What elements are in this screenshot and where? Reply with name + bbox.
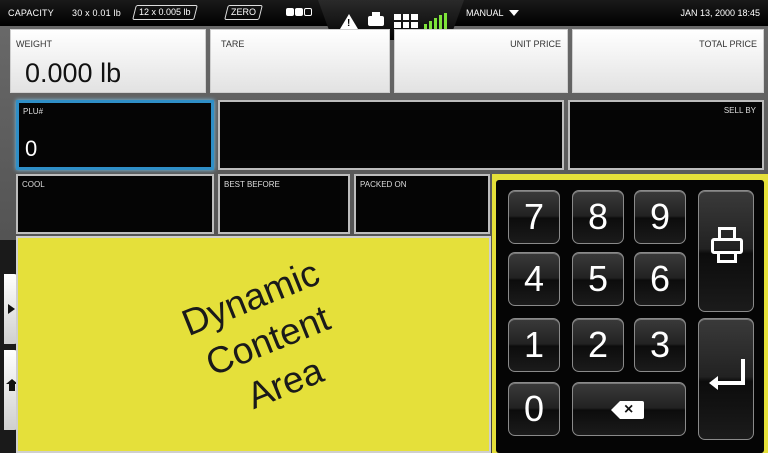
key-4[interactable]: 4 xyxy=(508,252,560,306)
mode-dropdown-icon[interactable] xyxy=(509,10,519,16)
printer-icon xyxy=(368,12,384,26)
datetime: JAN 13, 2000 18:45 xyxy=(680,8,760,18)
capacity-value: 30 x 0.01 lb xyxy=(72,8,121,18)
total-price-field: TOTAL PRICE xyxy=(572,29,764,93)
key-5[interactable]: 5 xyxy=(572,252,624,306)
packed-on-field[interactable]: PACKED ON xyxy=(354,174,490,234)
packed-on-label: PACKED ON xyxy=(360,180,407,189)
weight-value: 0.000 lb xyxy=(25,58,122,88)
play-icon xyxy=(8,304,15,314)
key-6[interactable]: 6 xyxy=(634,252,686,306)
backspace-icon: × xyxy=(611,401,647,419)
item-name-field[interactable] xyxy=(218,100,564,170)
key-9[interactable]: 9 xyxy=(634,190,686,244)
key-7[interactable]: 7 xyxy=(508,190,560,244)
key-0[interactable]: 0 xyxy=(508,382,560,436)
home-icon xyxy=(6,379,18,392)
page-dots xyxy=(286,8,313,18)
tare-label: TARE xyxy=(221,39,245,49)
weight-label: WEIGHT xyxy=(16,39,52,49)
enter-icon xyxy=(709,359,745,393)
print-icon xyxy=(711,227,743,267)
dynamic-content-text: Dynamic Content Area xyxy=(131,238,405,450)
best-before-label: BEST BEFORE xyxy=(224,180,280,189)
plu-field[interactable]: PLU# 0 xyxy=(16,100,214,170)
capacity-label: CAPACITY xyxy=(8,8,54,18)
increment-indicator: 12 x 0.005 lb xyxy=(132,5,198,20)
unit-price-label: UNIT PRICE xyxy=(510,39,561,49)
mode-label: MANUAL xyxy=(466,8,504,18)
signal-icon xyxy=(424,13,448,29)
weight-row: WEIGHT 0.000 lb TARE UNIT PRICE TOTAL PR… xyxy=(10,29,764,93)
key-1[interactable]: 1 xyxy=(508,318,560,372)
print-button[interactable] xyxy=(698,190,754,312)
enter-button[interactable] xyxy=(698,318,754,440)
grid-icon[interactable] xyxy=(394,14,418,28)
plu-value: 0 xyxy=(25,136,38,161)
cool-field[interactable]: COOL xyxy=(16,174,214,234)
key-8[interactable]: 8 xyxy=(572,190,624,244)
cool-label: COOL xyxy=(22,180,45,189)
warning-icon[interactable]: ! xyxy=(340,14,358,29)
unit-price-field[interactable]: UNIT PRICE xyxy=(394,29,568,93)
best-before-field[interactable]: BEST BEFORE xyxy=(218,174,350,234)
plu-label: PLU# xyxy=(23,107,44,116)
tare-field[interactable]: TARE xyxy=(210,29,390,93)
scale-screen: CAPACITY 30 x 0.01 lb 12 x 0.005 lb ZERO… xyxy=(0,0,768,453)
weight-field: WEIGHT 0.000 lb xyxy=(10,29,206,93)
sell-by-label: SELL BY xyxy=(723,106,756,115)
keypad: 7 8 9 4 5 6 1 2 3 0 × xyxy=(496,180,764,453)
key-3[interactable]: 3 xyxy=(634,318,686,372)
key-2[interactable]: 2 xyxy=(572,318,624,372)
sell-by-field[interactable]: SELL BY xyxy=(568,100,764,170)
total-price-label: TOTAL PRICE xyxy=(699,39,757,49)
keypad-panel: 7 8 9 4 5 6 1 2 3 0 × xyxy=(492,174,768,453)
dynamic-content-area[interactable]: Dynamic Content Area xyxy=(16,236,491,453)
zero-indicator: ZERO xyxy=(224,5,263,20)
backspace-button[interactable]: × xyxy=(572,382,686,436)
